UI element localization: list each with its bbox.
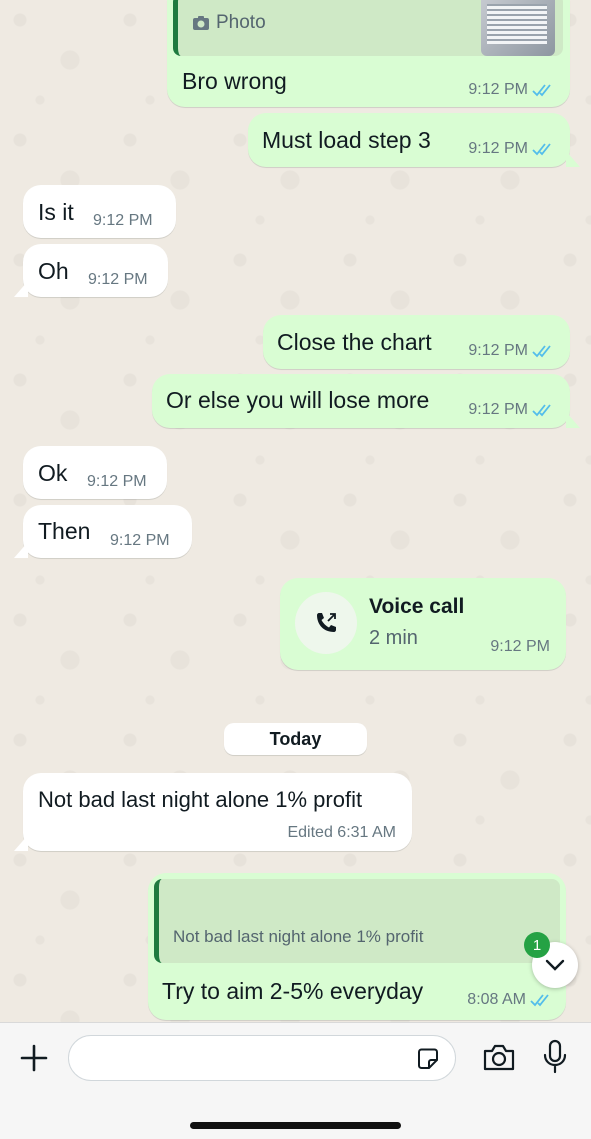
camera-icon xyxy=(483,1044,515,1071)
message-text: Must load step 3 xyxy=(262,127,431,153)
sticker-icon xyxy=(418,1048,438,1069)
message-meta: 9:12 PM xyxy=(468,81,554,99)
message-outgoing[interactable]: Not bad last night alone 1% profit Try t… xyxy=(148,873,566,1020)
bubble-tail xyxy=(14,542,28,558)
read-ticks-icon xyxy=(532,404,551,417)
message-incoming[interactable]: Then 9:12 PM xyxy=(23,505,192,558)
read-ticks-icon xyxy=(532,345,551,358)
message-outgoing[interactable]: Must load step 3 9:12 PM xyxy=(248,113,570,167)
message-outgoing[interactable]: Or else you will lose more 9:12 PM xyxy=(152,374,570,428)
message-incoming[interactable]: Ok 9:12 PM xyxy=(23,446,167,499)
message-meta: 8:08 AM xyxy=(467,991,552,1009)
unread-badge: 1 xyxy=(524,932,550,958)
read-ticks-icon xyxy=(532,84,551,97)
message-meta: 9:12 PM xyxy=(468,342,554,360)
message-incoming[interactable]: Oh 9:12 PM xyxy=(23,244,168,297)
message-text: Or else you will lose more xyxy=(166,387,430,413)
message-outgoing[interactable]: Photo Bro wrong 9:12 PM xyxy=(167,0,570,107)
message-text: Bro wrong xyxy=(182,68,287,94)
message-time: 9:12 PM xyxy=(468,342,528,359)
message-text: Try to aim 2-5% everyday xyxy=(162,978,424,1004)
photo-thumbnail[interactable] xyxy=(481,0,555,56)
message-text: Oh xyxy=(38,258,69,284)
date-separator: Today xyxy=(224,723,367,755)
voice-call-bubble[interactable]: Voice call 2 min 9:12 PM xyxy=(280,578,566,670)
message-meta: 9:12 PM xyxy=(468,140,554,158)
sticker-button[interactable] xyxy=(415,1046,441,1072)
message-input[interactable] xyxy=(68,1035,456,1081)
message-outgoing[interactable]: Close the chart 9:12 PM xyxy=(263,315,570,369)
message-text: Ok xyxy=(38,460,68,486)
message-time: 9:12 PM xyxy=(87,473,147,490)
home-indicator xyxy=(190,1122,401,1129)
bubble-tail xyxy=(566,412,580,428)
camera-button[interactable] xyxy=(481,1042,517,1074)
quote-text: Not bad last night alone 1% profit xyxy=(173,927,424,946)
message-time: 9:12 PM xyxy=(88,271,148,288)
chat-area[interactable]: Photo Bro wrong 9:12 PM Must load step 3… xyxy=(0,0,591,1022)
message-time: 9:12 PM xyxy=(468,401,528,418)
message-time: 9:12 PM xyxy=(490,638,550,655)
message-time: 9:12 PM xyxy=(468,81,528,98)
message-time: 9:12 PM xyxy=(93,212,153,229)
message-incoming[interactable]: Not bad last night alone 1% profit Edite… xyxy=(23,773,412,851)
call-title: Voice call xyxy=(369,595,465,618)
outgoing-call-icon xyxy=(317,613,336,632)
attach-button[interactable] xyxy=(18,1042,50,1074)
message-incoming[interactable]: Is it 9:12 PM xyxy=(23,185,176,238)
message-text: Close the chart xyxy=(277,329,432,355)
quoted-photo[interactable]: Photo xyxy=(173,0,563,56)
quoted-message[interactable]: Not bad last night alone 1% profit xyxy=(154,879,560,963)
message-text: Not bad last night alone 1% profit xyxy=(38,787,363,812)
message-time: 8:08 AM xyxy=(467,991,526,1008)
voice-record-button[interactable] xyxy=(540,1039,570,1075)
bubble-tail xyxy=(566,151,580,167)
message-composer xyxy=(0,1022,591,1139)
quote-label: Photo xyxy=(216,12,266,33)
read-ticks-icon xyxy=(532,143,551,156)
chevron-down-icon xyxy=(545,959,565,971)
call-duration: 2 min xyxy=(369,627,418,649)
camera-icon xyxy=(193,16,209,30)
message-meta: 9:12 PM xyxy=(468,401,554,419)
microphone-icon xyxy=(543,1039,567,1074)
bubble-tail xyxy=(14,835,28,851)
read-ticks-icon xyxy=(530,994,549,1007)
message-time: 9:12 PM xyxy=(468,140,528,157)
message-time: Edited 6:31 AM xyxy=(287,824,396,841)
message-text: Then xyxy=(38,518,91,544)
plus-icon xyxy=(20,1044,48,1072)
message-text: Is it xyxy=(38,199,74,225)
message-time: 9:12 PM xyxy=(110,532,170,549)
call-icon-circle xyxy=(295,592,357,654)
